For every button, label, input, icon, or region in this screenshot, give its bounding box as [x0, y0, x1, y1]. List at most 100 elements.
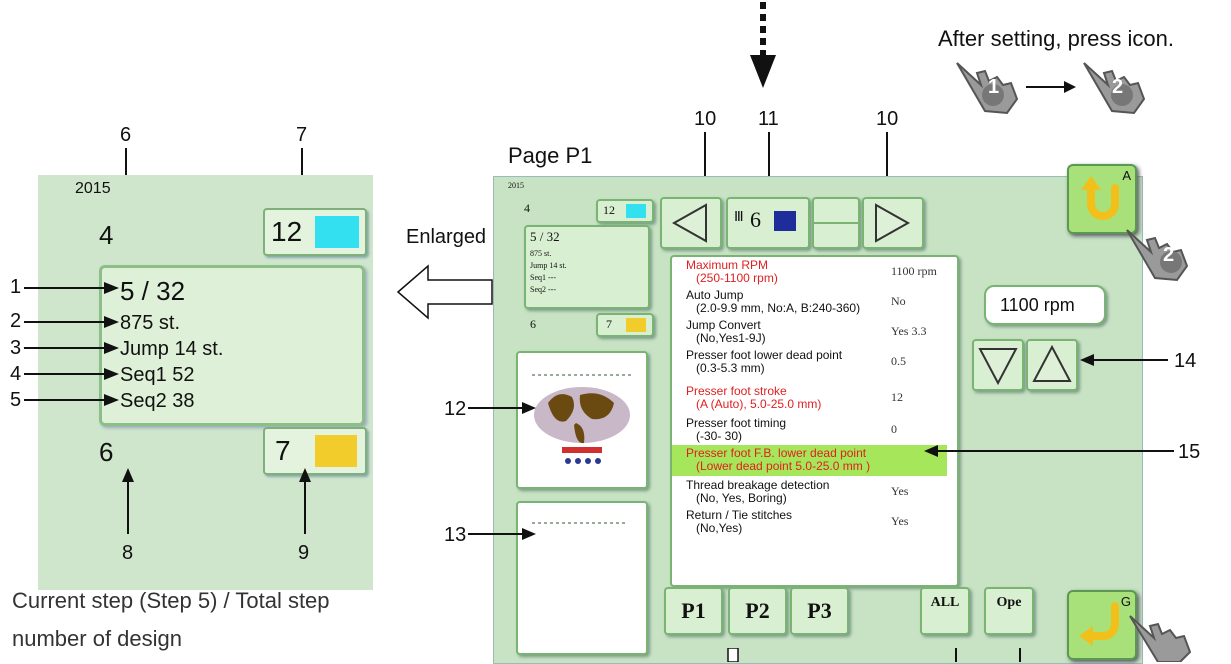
enlarged-arrow-left — [396, 264, 493, 320]
step-info-panel: 5 / 32 875 st. Jump 14 st. Seq1 52 Seq2 … — [99, 265, 365, 426]
callout-12: 12 — [444, 398, 467, 420]
setting-row[interactable]: Presser foot stroke (A (Auto), 5.0-25.0 m… — [686, 385, 946, 411]
year-label: 2015 — [75, 180, 111, 197]
setting-range: (Lower dead point 5.0-25.0 mm ) — [696, 459, 871, 473]
setting-range: (-30- 30) — [696, 429, 743, 443]
screen-seq1: Seq1 --- — [530, 273, 556, 282]
next-arrow-button[interactable] — [862, 197, 924, 249]
screen-step-count: 5 / 32 — [530, 229, 560, 244]
setting-row[interactable]: Presser foot lower dead point (0.3-5.3 mm… — [686, 349, 946, 375]
callout-3: 3 — [10, 337, 22, 359]
needle-number-top: 12 — [271, 216, 303, 247]
ope-button-label: Ope — [996, 595, 1022, 610]
caption-line-1: Current step (Step 5) / Total step — [12, 588, 330, 613]
prev-arrow-button[interactable] — [660, 197, 722, 249]
slot-divider — [814, 222, 858, 224]
callout-13: 13 — [444, 524, 467, 546]
needle-color-swatch-blue — [774, 211, 796, 231]
text-preview[interactable] — [516, 501, 648, 655]
setting-row[interactable]: Presser foot F.B. lower dead point (Lower… — [686, 447, 946, 473]
empty-slot-button[interactable] — [812, 197, 860, 249]
color-swatch-yellow — [315, 435, 357, 467]
callout-5: 5 — [10, 389, 22, 411]
screen-jump: Jump 14 st. — [530, 261, 567, 270]
all-button-label: ALL — [930, 595, 960, 610]
screen-step-panel[interactable]: 5 / 32 875 st. Jump 14 st. Seq1 --- Seq2… — [524, 225, 650, 309]
needle-selector[interactable]: Ⅲ 6 — [726, 197, 810, 249]
return-arrow-icon — [1079, 602, 1119, 646]
seq2-value: Seq2 38 — [120, 390, 195, 412]
setting-row[interactable]: Return / Tie stitches (No,Yes) Yes — [686, 509, 946, 535]
setting-row[interactable]: Auto Jump (2.0-9.9 mm, No:A, B:240-360) No — [686, 289, 946, 315]
needle-number: 6 — [750, 207, 761, 232]
callout-line-15 — [924, 445, 1174, 457]
callout-11: 11 — [758, 108, 779, 130]
screen-swatch-yellow — [626, 318, 646, 332]
u-turn-arrow-icon — [1081, 176, 1119, 220]
callout-line-12 — [468, 402, 536, 414]
tab-p2[interactable]: P2 — [728, 587, 787, 635]
callout-6: 6 — [120, 124, 132, 146]
setting-value: 12 — [891, 390, 903, 404]
setting-value: Yes — [891, 514, 909, 528]
design-preview[interactable] — [516, 351, 648, 489]
setting-range: (2.0-9.9 mm, No:A, B:240-360) — [696, 301, 861, 315]
setting-range: (A (Auto), 5.0-25.0 mm) — [696, 397, 822, 411]
next-step-number: 6 — [99, 437, 114, 467]
hand-number-2: 2 — [1112, 76, 1124, 98]
callout-line-13 — [468, 528, 536, 540]
previous-step-number: 4 — [99, 220, 114, 250]
stitch-count: 875 st. — [120, 312, 181, 334]
hand-a-number: 2 — [1163, 244, 1175, 266]
callout-line-14 — [1080, 354, 1168, 366]
settings-list[interactable]: Maximum RPM (250-1100 rpm) 1100 rpm Auto Ju… — [670, 255, 959, 587]
triangle-up-icon — [1032, 344, 1072, 382]
needle-box-top: 12 — [263, 208, 367, 256]
hand-pointer-icon-g — [1129, 615, 1192, 662]
ope-button[interactable]: Ope — [984, 587, 1034, 635]
setting-value: 1100 rpm — [891, 264, 937, 278]
callout-9: 9 — [298, 542, 310, 564]
setting-value: 0 — [891, 422, 897, 436]
callout-8: 8 — [122, 542, 134, 564]
setting-value: 0.5 — [891, 354, 906, 368]
callout-7: 7 — [296, 124, 308, 146]
screen-prev-step: 4 — [524, 201, 530, 215]
increase-button[interactable] — [1026, 339, 1078, 391]
return-button-g[interactable]: G — [1067, 590, 1137, 660]
triangle-down-icon — [978, 348, 1018, 386]
tab-p3[interactable]: P3 — [790, 587, 849, 635]
world-map-design-icon — [532, 374, 632, 464]
needle-icon: Ⅲ — [734, 210, 744, 225]
triangle-right-icon — [875, 203, 911, 243]
setting-row[interactable]: Thread breakage detection (No, Yes, Borin… — [686, 479, 946, 505]
decrease-button[interactable] — [972, 339, 1024, 391]
callout-2: 2 — [10, 310, 22, 332]
setting-value: No — [891, 294, 906, 308]
all-button[interactable]: ALL — [920, 587, 970, 635]
callout-15: 15 — [1178, 441, 1201, 463]
setting-value: Yes — [891, 484, 909, 498]
screen-next-step: 6 — [530, 317, 536, 331]
color-swatch-cyan — [315, 216, 359, 248]
setting-row[interactable]: Jump Convert (No,Yes1-9J) Yes 3.3 — [686, 319, 946, 345]
step-count: 5 / 32 — [120, 276, 186, 306]
screen-needle-bottom[interactable]: 7 — [596, 313, 654, 337]
screen-needle-top-num: 12 — [603, 203, 615, 217]
enlarged-label: Enlarged — [406, 226, 487, 248]
rpm-value: 1100 rpm — [1000, 295, 1075, 315]
callout-lines-bottom — [122, 468, 311, 534]
triangle-left-icon — [671, 203, 707, 243]
arrow-right — [1026, 81, 1076, 93]
bottom-callout-lines — [727, 648, 1021, 662]
setting-range: (0.3-5.3 mm) — [696, 361, 765, 375]
setting-row[interactable]: Presser foot timing (-30- 30) 0 — [686, 417, 946, 443]
after-setting-note: After setting, press icon. — [938, 26, 1174, 51]
screen-needle-top[interactable]: 12 — [596, 199, 654, 223]
screen-stitches: 875 st. — [530, 249, 552, 258]
tab-p1[interactable]: P1 — [664, 587, 723, 635]
needle-number-bottom: 7 — [275, 435, 291, 466]
setting-row[interactable]: Maximum RPM (250-1100 rpm) 1100 rpm — [686, 259, 946, 285]
hand-number-1: 1 — [988, 76, 1000, 98]
screen-year: 2015 — [508, 181, 524, 190]
